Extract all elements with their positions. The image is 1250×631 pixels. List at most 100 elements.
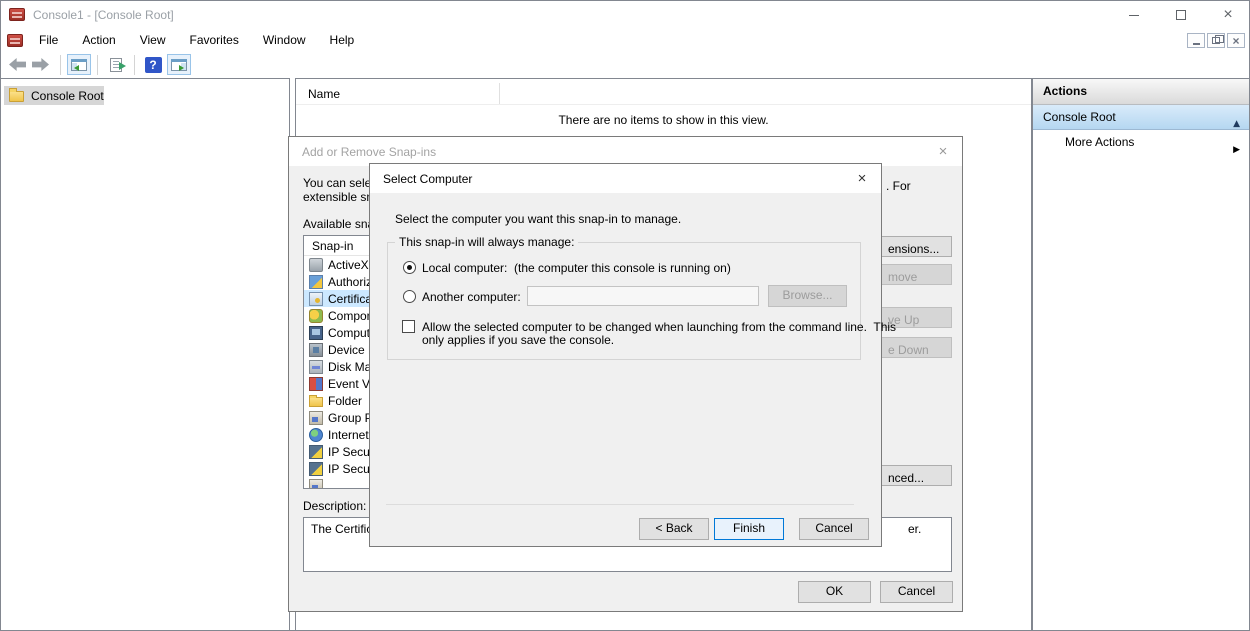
actions-panel: Actions Console Root ▲ More Actions ▶ [1032, 78, 1249, 631]
select-computer-instruction: Select the computer you want this snap-i… [395, 212, 681, 226]
dialog-separator [386, 504, 854, 505]
local-computer-radio[interactable] [403, 261, 416, 274]
mdi-restore-icon [1212, 37, 1220, 44]
select-computer-titlebar[interactable]: Select Computer × [370, 164, 881, 193]
menu-file[interactable]: File [31, 30, 66, 50]
remove-label: move [888, 268, 917, 285]
activex-icon [309, 258, 323, 272]
tree-item-console-root[interactable]: Console Root [4, 86, 104, 105]
snapin-label: IP Secur [328, 445, 374, 459]
edit-extensions-label: ensions... [888, 240, 939, 257]
close-button[interactable]: × [1211, 1, 1245, 29]
menu-bar: File Action View Favorites Window Help × [1, 29, 1249, 51]
maximize-button[interactable] [1164, 1, 1198, 29]
actions-group-label: Console Root [1043, 110, 1116, 124]
mdi-minimize-button[interactable] [1187, 33, 1205, 48]
column-header-name[interactable]: Name [308, 87, 340, 101]
available-snapins-label: Available sna [303, 217, 374, 231]
internet-icon [309, 428, 323, 442]
toolbar-separator [60, 55, 61, 75]
mdi-child-icon [7, 34, 23, 47]
advanced-label: nced... [888, 469, 924, 486]
allow-change-checkbox[interactable] [402, 320, 415, 333]
snapin-label: ActiveX [328, 258, 369, 272]
snapin-label: Group P [328, 411, 373, 425]
menu-action[interactable]: Action [74, 30, 123, 50]
snapins-intro-fragment: . For [886, 179, 911, 193]
another-computer-input[interactable] [527, 286, 759, 306]
snapin-label: IP Secur [328, 462, 374, 476]
groupbox-label: This snap-in will always manage: [395, 235, 578, 249]
description-text-left: The Certific [311, 522, 372, 536]
allow-change-label-line1[interactable]: Allow the selected computer to be change… [422, 320, 896, 334]
column-header-row: Name [296, 81, 1031, 105]
select-computer-close-icon[interactable]: × [851, 169, 873, 189]
mdi-window-controls: × [1187, 33, 1245, 48]
description-text-right: er. [908, 522, 921, 536]
window-title: Console1 - [Console Root] [33, 8, 174, 22]
certificates-icon [309, 292, 323, 306]
minimize-icon [1129, 15, 1139, 16]
more-actions-label: More Actions [1065, 135, 1134, 149]
submenu-arrow-icon: ▶ [1233, 138, 1240, 163]
folder-icon [9, 91, 24, 102]
snapins-dialog-titlebar[interactable]: Add or Remove Snap-ins × [289, 137, 962, 166]
forward-arrow-icon[interactable] [32, 58, 49, 71]
column-divider[interactable] [499, 83, 500, 104]
tree-item-label: Console Root [31, 89, 104, 103]
move-down-label: e Down [888, 341, 929, 358]
close-icon: × [1223, 7, 1232, 23]
console-tree-panel: Console Root [1, 78, 290, 631]
snapin-label: Compon [328, 309, 373, 323]
export-list-icon [110, 58, 122, 72]
description-label: Description: [303, 499, 366, 513]
back-arrow-icon[interactable] [9, 58, 26, 71]
snapins-intro-line2: extensible sn [303, 190, 373, 204]
export-list-button[interactable] [104, 54, 128, 75]
menu-favorites[interactable]: Favorites [182, 30, 247, 50]
action-pane-icon [171, 59, 187, 71]
toolbar-separator [97, 55, 98, 75]
show-action-pane-button[interactable] [167, 54, 191, 75]
ip-security-icon [309, 462, 323, 476]
title-bar: Console1 - [Console Root] × [1, 1, 1249, 29]
mmc-window: Console1 - [Console Root] × File Action … [0, 0, 1250, 631]
mdi-minimize-icon [1193, 43, 1200, 45]
help-button[interactable]: ? [141, 54, 165, 75]
mdi-restore-button[interactable] [1207, 33, 1225, 48]
minimize-button[interactable] [1117, 1, 1151, 29]
show-console-tree-button[interactable] [67, 54, 91, 75]
another-computer-radio[interactable] [403, 290, 416, 303]
group-policy-icon [309, 411, 323, 425]
more-actions-item[interactable]: More Actions ▶ [1033, 130, 1249, 155]
snapins-dialog-close-icon[interactable]: × [932, 142, 954, 162]
another-computer-label[interactable]: Another computer: [422, 290, 521, 304]
browse-button[interactable]: Browse... [768, 285, 847, 307]
finish-button[interactable]: Finish [714, 518, 784, 540]
snapin-label: Internet [328, 428, 369, 442]
allow-change-label-line2[interactable]: only applies if you save the console. [422, 333, 614, 347]
select-computer-title: Select Computer [383, 172, 472, 186]
actions-group-console-root[interactable]: Console Root ▲ [1033, 105, 1249, 130]
snapins-cancel-button[interactable]: Cancel [880, 581, 953, 603]
local-computer-label[interactable]: Local computer: (the computer this conso… [422, 261, 731, 275]
console-tree-icon [71, 59, 87, 71]
folder-icon [309, 397, 323, 407]
menu-window[interactable]: Window [255, 30, 314, 50]
mdi-close-button[interactable]: × [1227, 33, 1245, 48]
snapin-label: Event Vi [328, 377, 372, 391]
computer-management-icon [309, 326, 323, 340]
empty-view-message: There are no items to show in this view. [296, 113, 1031, 127]
menu-help[interactable]: Help [322, 30, 363, 50]
cancel-button[interactable]: Cancel [799, 518, 869, 540]
snapin-icon [309, 479, 323, 490]
toolbar: ? [1, 51, 1249, 78]
snapin-label: Comput [328, 326, 370, 340]
back-button[interactable]: < Back [639, 518, 709, 540]
snapins-intro-line1: You can sele [303, 176, 371, 190]
snapin-label: Folder [328, 394, 362, 408]
menu-view[interactable]: View [132, 30, 174, 50]
snapins-ok-button[interactable]: OK [798, 581, 871, 603]
authorization-manager-icon [309, 275, 323, 289]
event-viewer-icon [309, 377, 323, 391]
